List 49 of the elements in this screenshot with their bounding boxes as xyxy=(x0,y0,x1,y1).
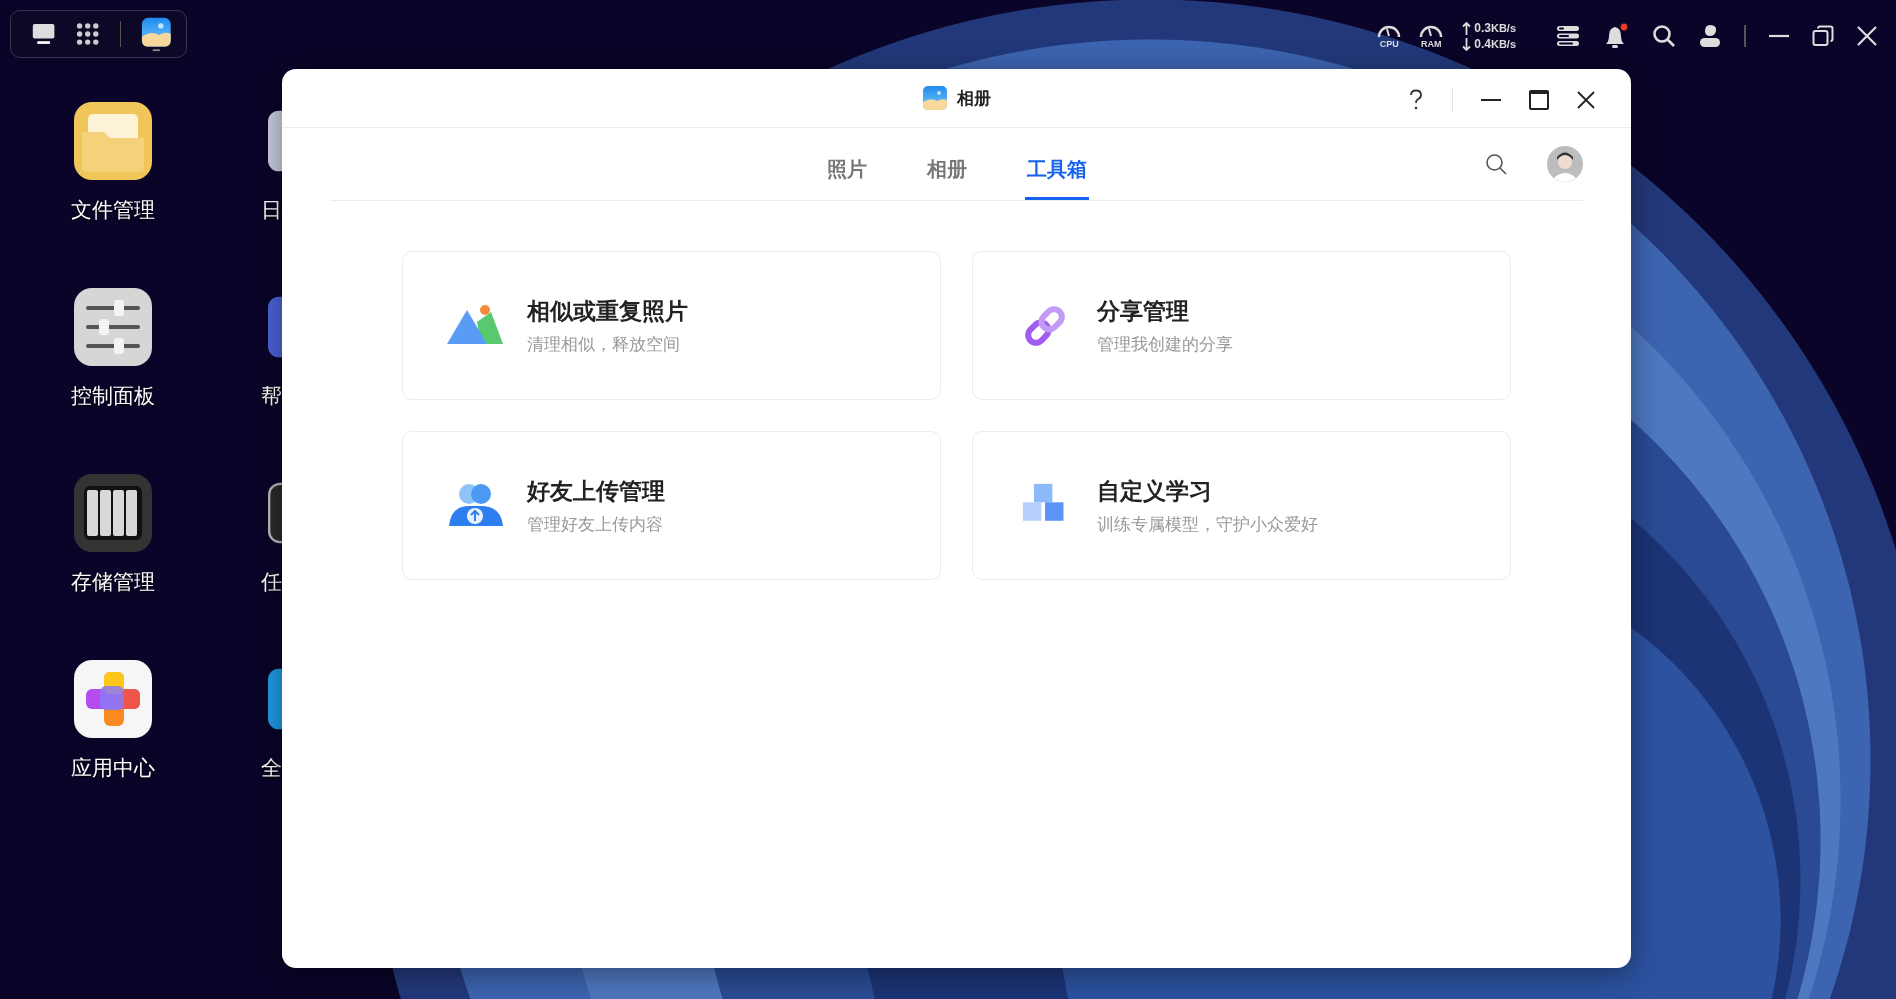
tool-title: 自定义学习 xyxy=(1097,476,1213,506)
restore-icon[interactable] xyxy=(1812,25,1834,47)
desktop-icon-label: 帮 xyxy=(261,383,282,409)
desktop-icon-label: 文件管理 xyxy=(71,197,155,223)
user-icon[interactable] xyxy=(1698,24,1722,48)
tool-title: 分享管理 xyxy=(1097,296,1190,326)
gauge-label: RAM xyxy=(1421,39,1442,49)
gauge-label: CPU xyxy=(1379,39,1399,49)
tool-title: 相似或重复照片 xyxy=(527,296,688,326)
avatar[interactable] xyxy=(1547,146,1583,182)
widgets-icon[interactable] xyxy=(1556,25,1580,47)
desktop-icon-label: 全 xyxy=(261,755,282,781)
desktop-icon-label: 任 xyxy=(261,569,282,595)
search-icon[interactable] xyxy=(1652,24,1676,48)
download-rate: 0.4KB/s xyxy=(1474,36,1516,52)
close-icon[interactable] xyxy=(1577,91,1595,109)
desktop-icon-label: 日 xyxy=(261,197,282,223)
tool-card[interactable]: 好友上传管理 管理好友上传内容 xyxy=(402,431,941,580)
tool-description: 管理好友上传内容 xyxy=(527,513,664,536)
tool-card[interactable]: 相似或重复照片 清理相似，释放空间 xyxy=(402,251,941,400)
tool-title: 好友上传管理 xyxy=(527,476,665,506)
gauge-icon[interactable] xyxy=(1419,23,1444,39)
upload-rate: 0.3KB/s xyxy=(1474,20,1516,36)
tool-description: 管理我创建的分享 xyxy=(1097,333,1233,356)
gauge-icon[interactable] xyxy=(1377,23,1402,39)
desktop-icon-label: 应用中心 xyxy=(71,755,155,781)
app-center-icon[interactable] xyxy=(74,660,152,738)
folder-icon[interactable] xyxy=(74,102,152,180)
tool-description: 训练专属模型，守护小众爱好 xyxy=(1097,513,1318,536)
upload-icon xyxy=(1462,21,1472,35)
tool-card[interactable]: 自定义学习 训练专属模型，守护小众爱好 xyxy=(972,431,1511,580)
drive-bays-icon[interactable] xyxy=(74,474,152,552)
app-grid-icon[interactable] xyxy=(76,21,100,47)
desktop-icon[interactable] xyxy=(31,21,57,47)
tool-card[interactable]: 分享管理 管理我创建的分享 xyxy=(972,251,1511,400)
desktop-icon-label: 控制面板 xyxy=(71,383,155,409)
sliders-icon[interactable] xyxy=(74,288,152,366)
desktop-icon-label: 存储管理 xyxy=(71,569,155,595)
download-icon xyxy=(1462,37,1472,51)
album-app-icon xyxy=(922,86,947,110)
search-icon[interactable] xyxy=(1485,153,1507,175)
photos-app-icon[interactable] xyxy=(141,15,172,53)
tab[interactable]: 照片 xyxy=(824,148,869,200)
tab[interactable]: 相册 xyxy=(924,148,969,200)
tab[interactable]: 工具箱 xyxy=(1024,148,1089,200)
help-icon[interactable] xyxy=(1408,89,1424,111)
window-title: 相册 xyxy=(956,87,991,110)
tool-description: 清理相似，释放空间 xyxy=(527,333,681,356)
maximize-icon[interactable] xyxy=(1529,90,1549,110)
